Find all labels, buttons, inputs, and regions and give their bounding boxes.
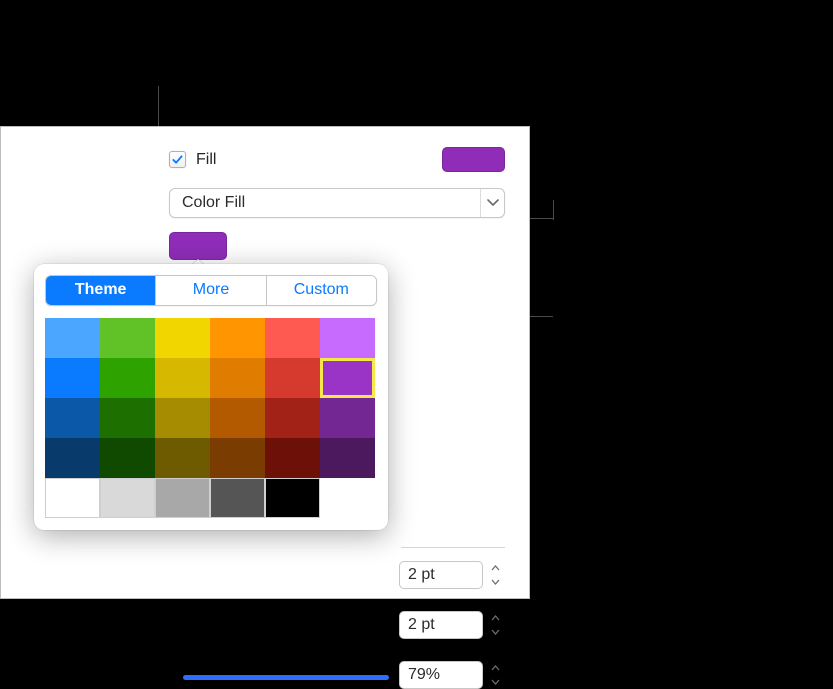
color-swatch[interactable] xyxy=(210,318,265,358)
color-grid-wrap xyxy=(34,306,388,530)
stroke-width-field-1: 2 pt xyxy=(399,561,503,589)
chevron-up-icon xyxy=(487,611,503,625)
stepper[interactable] xyxy=(487,661,503,689)
stepper[interactable] xyxy=(487,561,503,589)
grayscale-row xyxy=(45,478,377,518)
fill-label: Fill xyxy=(196,151,442,169)
opacity-field: 79% xyxy=(399,661,503,689)
value-field[interactable]: 79% xyxy=(399,661,483,689)
tab-custom[interactable]: Custom xyxy=(266,276,376,305)
fill-row: Fill xyxy=(1,145,529,182)
chevron-up-icon xyxy=(487,661,503,675)
color-swatch[interactable] xyxy=(320,318,375,358)
opacity-slider[interactable] xyxy=(183,675,389,680)
color-swatch[interactable] xyxy=(45,438,100,478)
stepper[interactable] xyxy=(487,611,503,639)
chevron-down-icon xyxy=(480,189,504,217)
fill-color-swatch[interactable] xyxy=(169,232,227,260)
color-swatch[interactable] xyxy=(100,478,155,518)
color-swatch[interactable] xyxy=(320,358,375,398)
color-swatch[interactable] xyxy=(155,358,210,398)
color-swatch[interactable] xyxy=(210,398,265,438)
value-field[interactable]: 2 pt xyxy=(399,611,483,639)
color-picker-popover: ThemeMoreCustom xyxy=(34,264,388,530)
color-swatch[interactable] xyxy=(45,398,100,438)
callout-line xyxy=(553,200,554,220)
chevron-down-icon xyxy=(487,625,503,639)
color-swatch[interactable] xyxy=(265,438,320,478)
color-swatch[interactable] xyxy=(45,318,100,358)
color-swatch[interactable] xyxy=(155,318,210,358)
color-swatch[interactable] xyxy=(45,478,100,518)
color-swatch[interactable] xyxy=(265,478,320,518)
color-swatch[interactable] xyxy=(100,318,155,358)
color-swatch[interactable] xyxy=(265,318,320,358)
chevron-up-icon xyxy=(487,561,503,575)
chevron-down-icon xyxy=(487,575,503,589)
theme-color-grid xyxy=(45,318,377,478)
chevron-down-icon xyxy=(487,675,503,689)
color-swatch[interactable] xyxy=(100,398,155,438)
checkmark-icon xyxy=(172,154,183,165)
fill-type-label: Color Fill xyxy=(170,194,480,212)
separator xyxy=(401,547,505,548)
color-swatch[interactable] xyxy=(210,358,265,398)
color-swatch[interactable] xyxy=(155,478,210,518)
color-swatch[interactable] xyxy=(210,478,265,518)
color-swatch[interactable] xyxy=(320,438,375,478)
color-swatch[interactable] xyxy=(155,398,210,438)
color-swatch[interactable] xyxy=(320,398,375,438)
fill-type-dropdown[interactable]: Color Fill xyxy=(169,188,505,218)
color-swatch[interactable] xyxy=(45,358,100,398)
value-field[interactable]: 2 pt xyxy=(399,561,483,589)
color-picker-tabs: ThemeMoreCustom xyxy=(45,275,377,306)
color-swatch[interactable] xyxy=(155,438,210,478)
tab-more[interactable]: More xyxy=(155,276,265,305)
color-swatch[interactable] xyxy=(210,438,265,478)
color-swatch[interactable] xyxy=(100,358,155,398)
tab-theme[interactable]: Theme xyxy=(46,276,155,305)
fill-preview-swatch[interactable] xyxy=(442,147,505,172)
stroke-width-field-2: 2 pt xyxy=(399,611,503,639)
color-swatch[interactable] xyxy=(265,358,320,398)
color-swatch[interactable] xyxy=(265,398,320,438)
fill-checkbox[interactable] xyxy=(169,151,186,168)
color-swatch[interactable] xyxy=(100,438,155,478)
